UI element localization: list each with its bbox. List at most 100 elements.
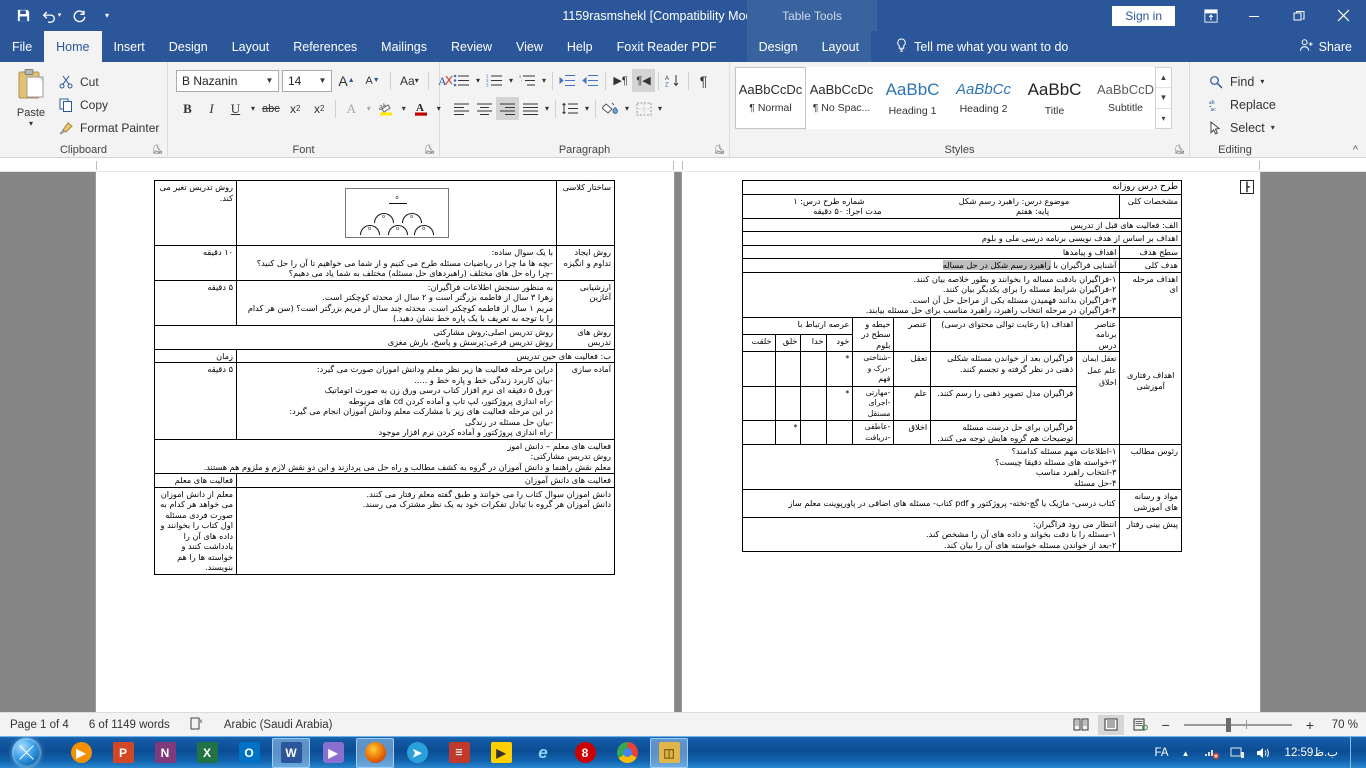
style-heading-1[interactable]: AaBbC Heading 1 <box>877 67 948 129</box>
italic-icon[interactable]: I <box>200 97 223 120</box>
network-error-icon[interactable] <box>1203 746 1221 760</box>
taskbar-outlook-icon[interactable]: O <box>230 738 268 768</box>
ribbon-tab-bar[interactable]: File Home Insert Design Layout Reference… <box>0 31 1366 62</box>
tab-review[interactable]: Review <box>439 31 504 62</box>
font-name-combo[interactable]: B Nazanin ▼ <box>176 69 279 92</box>
sign-in-button[interactable]: Sign in <box>1112 5 1175 26</box>
tab-table-design[interactable]: Design <box>746 31 810 62</box>
highlight-dropdown-icon[interactable]: ▾ <box>399 97 409 120</box>
table-row[interactable]: سطح هدف اهداف و پیامدها <box>741 244 1182 259</box>
selected-text-highlight[interactable]: راهبرد رسم شکل در حل مساله <box>942 260 1051 270</box>
taskbar-chrome-icon[interactable] <box>608 738 646 768</box>
share-button[interactable]: Share <box>1299 31 1352 62</box>
quick-access-toolbar[interactable]: ▾ ▾ <box>0 4 120 28</box>
tab-references[interactable]: References <box>281 31 369 62</box>
tab-table-layout[interactable]: Layout <box>809 31 872 62</box>
align-center-icon[interactable] <box>473 97 496 120</box>
font-size-combo[interactable]: 14 ▼ <box>282 69 332 92</box>
tab-foxit-reader-pdf[interactable]: Foxit Reader PDF <box>605 31 729 62</box>
increase-indent-icon[interactable] <box>579 69 602 92</box>
ruler-page-right[interactable] <box>682 161 1260 170</box>
matrix-goal-1[interactable]: فراگیران بعد از خواندن مسئله شکلی ذهنی د… <box>930 351 1078 387</box>
table-row[interactable]: اهداف مرحله ای ۱-فراگیران بادقت مساله را… <box>741 271 1182 318</box>
table-row[interactable]: روش ایجاد تداوم و انگیزه با یک سوال ساده… <box>154 245 615 281</box>
table-row[interactable]: اهداف رفتاری آموزشی عناصر برنامه درس اهد… <box>741 316 1182 445</box>
drawing-strategy-figure[interactable]: o <box>344 188 449 238</box>
bullets-dropdown-icon[interactable]: ▾ <box>473 69 483 92</box>
clipboard-dialog-launcher-icon[interactable]: ⛸ <box>152 144 163 155</box>
justify-icon[interactable] <box>519 97 542 120</box>
page-number-status[interactable]: Page 1 of 4 <box>0 719 79 731</box>
style-normal[interactable]: AaBbCcDc ¶ Normal <box>734 66 807 130</box>
tab-help[interactable]: Help <box>555 31 605 62</box>
tab-insert[interactable]: Insert <box>102 31 157 62</box>
align-right-icon[interactable] <box>496 97 519 120</box>
superscript-icon[interactable]: x2 <box>308 97 331 120</box>
font-color-icon[interactable]: A <box>410 97 433 120</box>
bold-icon[interactable]: B <box>176 97 199 120</box>
table-row[interactable]: فعالیت های معلم – دانش اموز روش تدریس مش… <box>154 438 615 474</box>
behavior-cell[interactable]: انتظار می رود فراگیران: ۱-مسئله را با دق… <box>741 516 1121 552</box>
row-content-preparation[interactable]: دراین مرحله فعالیت ها زیر نظر معلم ودانش… <box>236 362 557 440</box>
zoom-out-button[interactable]: − <box>1158 717 1174 733</box>
line-spacing-dropdown-icon[interactable]: ▾ <box>582 97 592 120</box>
table-row[interactable]: طرح درس روزانه <box>742 180 1182 195</box>
taskbar-powerpoint-icon[interactable]: P <box>104 738 142 768</box>
figure-cell[interactable]: o <box>236 180 557 246</box>
numbering-dropdown-icon[interactable]: ▾ <box>506 69 516 92</box>
materials-cell[interactable]: کتاب درسی- ماژیک یا گچ-تخته- پروژکتور و … <box>741 489 1121 518</box>
select-dropdown-icon[interactable]: ▾ <box>1271 123 1275 132</box>
taskbar-video-editor-icon[interactable]: ▶ <box>314 738 352 768</box>
zoom-in-button[interactable]: + <box>1302 717 1318 733</box>
scroll-down-icon[interactable]: ▼ <box>1156 88 1171 109</box>
scroll-up-icon[interactable]: ▲ <box>1156 68 1171 89</box>
zoom-slider-thumb[interactable] <box>1225 717 1231 732</box>
document-page-right[interactable]: ┣ طرح درس روزانه مشخصات کلی موضوع درس: ر… <box>682 172 1260 712</box>
stage-goals-cell[interactable]: ۱-فراگیران بادقت مساله را بخوانند و بطور… <box>741 271 1121 318</box>
cell-teacher-activities[interactable]: معلم از دانش اموزان می خواهد هر کدام به … <box>154 486 237 575</box>
chevron-down-icon[interactable]: ▼ <box>261 76 278 85</box>
align-left-icon[interactable] <box>450 97 473 120</box>
font-dialog-launcher-icon[interactable]: ⛸ <box>424 144 435 155</box>
taskbar-idm-icon[interactable]: 8 <box>566 738 604 768</box>
numbering-icon[interactable]: 123 <box>483 69 506 92</box>
cell-student-activities[interactable]: دانش اموزان سوال کتاب را می خوانند و طبق… <box>236 486 615 575</box>
grow-font-icon[interactable]: A ▲ <box>335 69 358 92</box>
text-highlight-color-icon[interactable]: ab <box>375 97 398 120</box>
cut-button[interactable]: Cut <box>58 70 159 93</box>
justify-dropdown-icon[interactable]: ▾ <box>542 97 552 120</box>
taskbar-firefox-icon[interactable] <box>356 737 394 768</box>
horizontal-ruler[interactable] <box>0 158 1366 172</box>
row-content-motivation[interactable]: با یک سوال ساده: -بچه ها ما چرا در ریاضی… <box>236 245 557 281</box>
find-button[interactable]: Find ▾ <box>1208 70 1276 93</box>
matrix-goal-3[interactable]: فراگیران برای حل درست مسئله توضیحات هم گ… <box>930 420 1078 445</box>
show-formatting-marks-icon[interactable]: ¶ <box>692 69 715 92</box>
underline-icon[interactable]: U <box>224 97 247 120</box>
read-mode-icon[interactable] <box>1068 715 1094 735</box>
restore-icon[interactable] <box>1276 0 1321 31</box>
table-row[interactable]: ارزشیابی آغازین به منظور سنجش اطلاعات فر… <box>154 279 615 326</box>
tab-mailings[interactable]: Mailings <box>369 31 439 62</box>
style-title[interactable]: AaBbC Title <box>1019 67 1090 129</box>
teacher-student-activities-block[interactable]: فعالیت های معلم – دانش اموز روش تدریس مش… <box>154 438 615 474</box>
table-row[interactable]: مواد و رسانه های آموزشی کتاب درسی- ماژیک… <box>741 489 1182 518</box>
decrease-indent-icon[interactable] <box>556 69 579 92</box>
style-subtitle[interactable]: AaBbCcD Subtitle <box>1090 67 1161 129</box>
taskbar-telegram-icon[interactable]: ➤ <box>398 738 436 768</box>
close-icon[interactable] <box>1321 0 1366 31</box>
styles-gallery-scroll[interactable]: ▲ ▼ ▾ <box>1155 67 1172 129</box>
multilevel-list-icon[interactable]: ai <box>516 69 539 92</box>
borders-dropdown-icon[interactable]: ▾ <box>655 97 665 120</box>
bullets-icon[interactable] <box>450 69 473 92</box>
language-indicator[interactable]: FA <box>1154 747 1168 759</box>
multilevel-dropdown-icon[interactable]: ▾ <box>539 69 549 92</box>
style-no-spacing[interactable]: AaBbCcDc ¶ No Spac... <box>806 67 877 129</box>
line-spacing-icon[interactable] <box>559 97 582 120</box>
document-canvas[interactable]: ساختار کلاسی o روش تدریس تغیر می کند. <box>0 172 1366 712</box>
shading-icon[interactable] <box>599 97 622 120</box>
chevron-down-icon[interactable]: ▼ <box>314 76 331 85</box>
find-dropdown-icon[interactable]: ▾ <box>1260 77 1264 86</box>
specs-cell[interactable]: موضوع درس: راهبرد رسم شکل شماره طرح درس:… <box>741 193 1121 219</box>
matrix-goal-2[interactable]: فراگیران مدل تصویر ذهنی را رسم کنند. <box>930 385 1078 421</box>
show-hidden-icons-icon[interactable]: ▲ <box>1177 749 1195 758</box>
